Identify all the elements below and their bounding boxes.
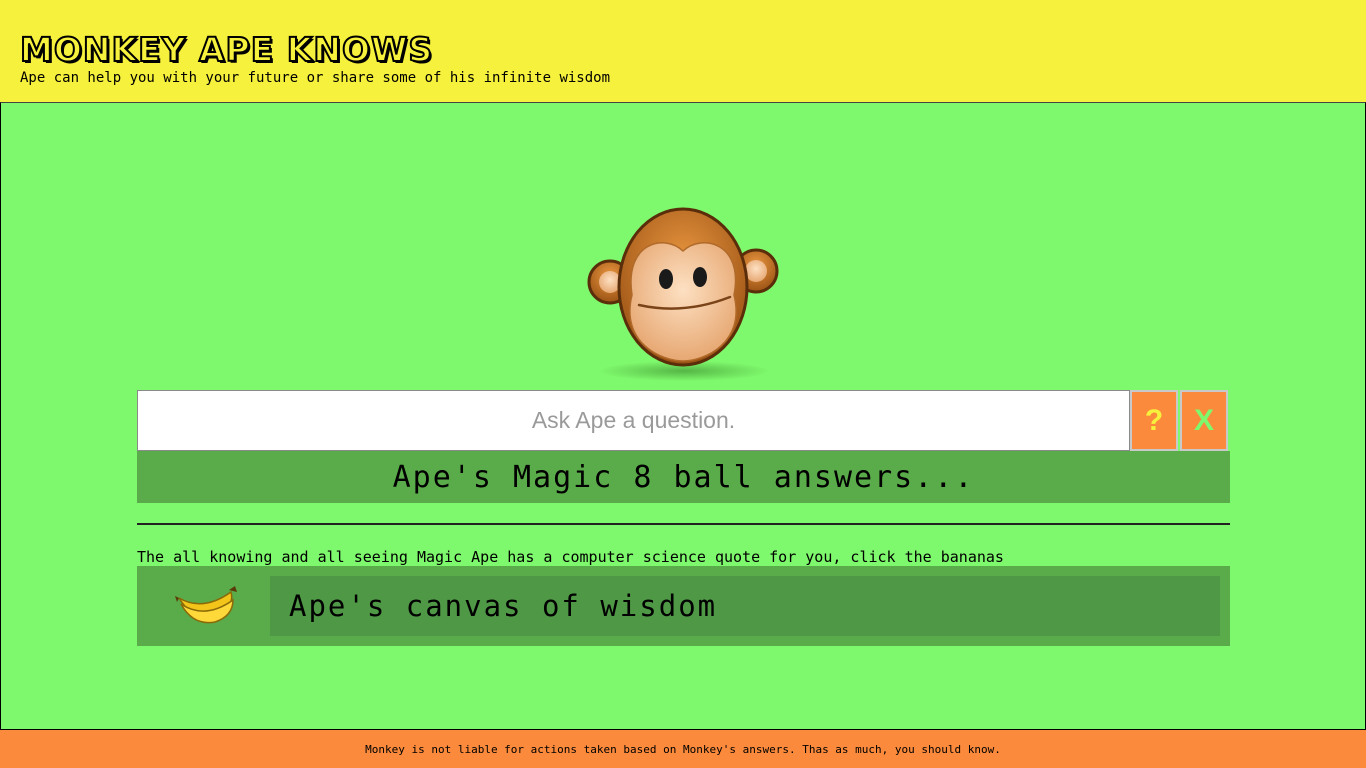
question-input[interactable]	[137, 390, 1130, 451]
quote-panel: Ape's canvas of wisdom	[137, 566, 1230, 646]
wisdom-canvas: Ape's canvas of wisdom	[270, 576, 1220, 636]
monkey-face-icon	[587, 207, 779, 381]
divider	[137, 523, 1230, 525]
clear-button[interactable]: X	[1180, 390, 1228, 451]
quote-intro-text: The all knowing and all seeing Magic Ape…	[137, 548, 1004, 566]
footer-disclaimer: Monkey is not liable for actions taken b…	[0, 730, 1366, 768]
answer-display: Ape's Magic 8 ball answers...	[137, 451, 1230, 503]
page-subtitle: Ape can help you with your future or sha…	[20, 70, 611, 86]
banana-icon[interactable]	[173, 580, 243, 630]
page-title: MONKEY APE KNOWS	[19, 29, 434, 70]
site-header: MONKEY APE KNOWS Ape can help you with y…	[0, 0, 1366, 102]
ask-button[interactable]: ?	[1130, 390, 1178, 451]
ask-row: ? X	[137, 390, 1230, 451]
main-panel: ? X Ape's Magic 8 ball answers... The al…	[0, 102, 1366, 730]
